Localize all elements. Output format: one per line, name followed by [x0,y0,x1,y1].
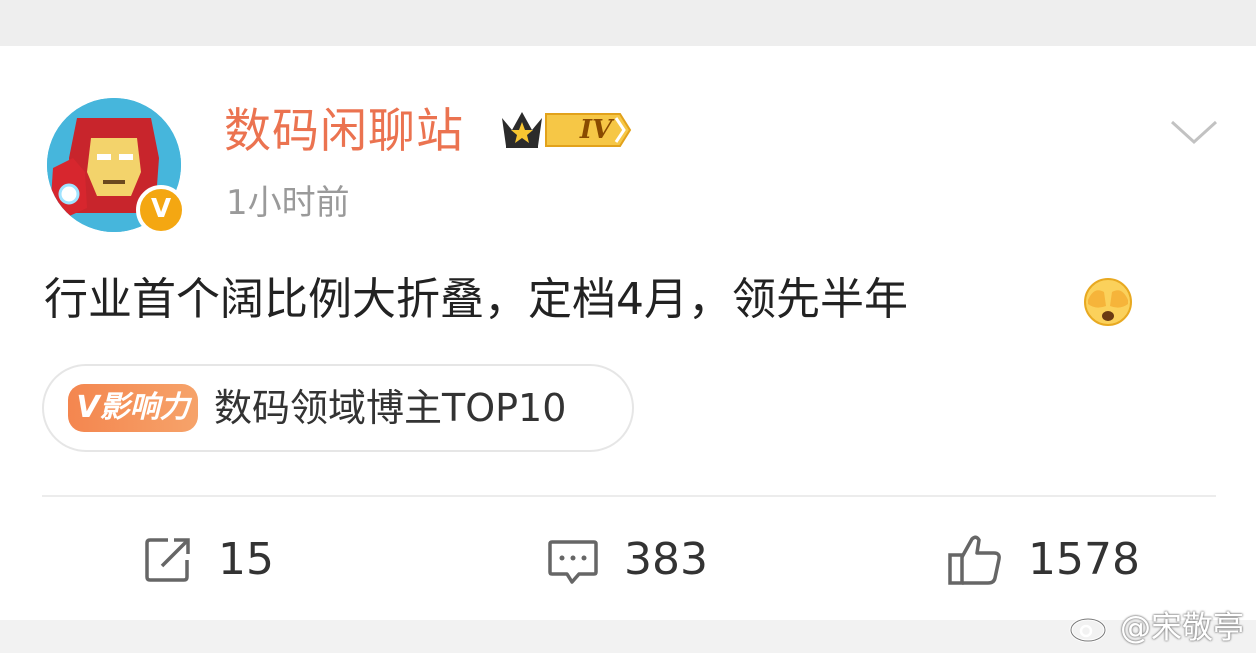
thumbs-up-icon [948,535,1001,585]
comment-count: 383 [624,534,708,585]
verified-badge: V [136,185,186,235]
comment-icon [548,540,598,584]
weibo-logo-icon [1069,608,1112,643]
repost-button[interactable]: 15 [142,530,274,590]
level-badge-text: IV [579,115,613,145]
like-button[interactable]: 1578 [946,530,1140,590]
influence-tag: V影响力 [68,384,198,432]
post-text: 行业首个阔比例大折叠，定档4月，领先半年 [44,274,908,325]
repost-count: 15 [218,534,274,585]
divider [42,495,1216,497]
like-count: 1578 [1028,534,1140,585]
comment-button[interactable]: 383 [546,530,708,590]
verified-badge-label: V [150,194,172,224]
chevron-down-icon[interactable] [1168,114,1220,150]
watermark: @宋敬亭 [1068,602,1244,646]
face-covering-eyes-emoji-icon [1084,278,1132,326]
repost-icon [145,538,190,582]
watermark-text: @宋敬亭 [1120,609,1244,646]
top-separator-band [0,0,1256,46]
post-time: 1小时前 [226,183,350,223]
author-name[interactable]: 数码闲聊站 [224,102,464,162]
influence-label: 数码领域博主TOP10 [214,386,567,430]
